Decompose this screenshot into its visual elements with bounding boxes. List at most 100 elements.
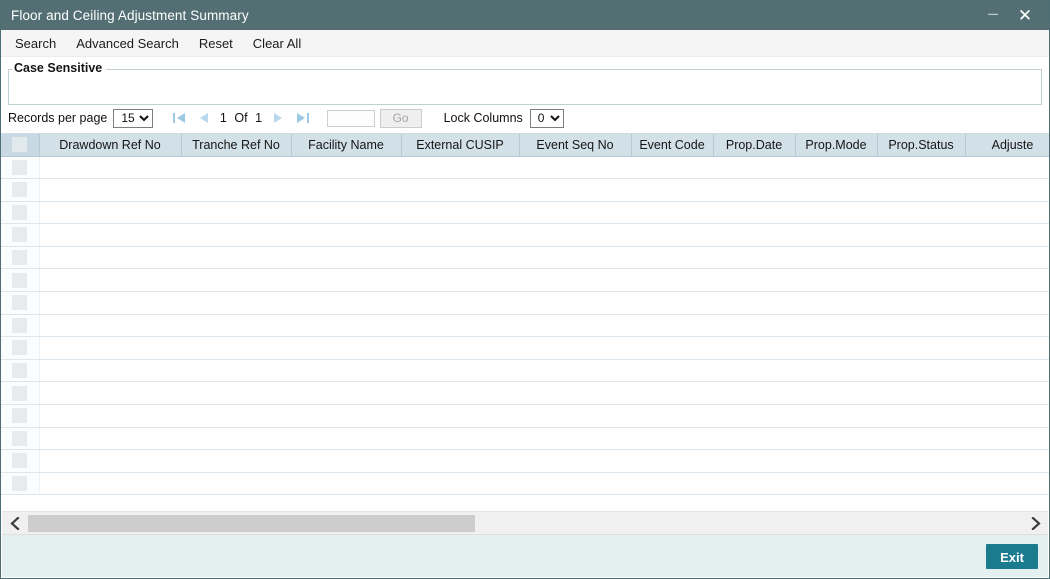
row-select-cell[interactable]	[1, 201, 40, 225]
row-checkbox[interactable]	[12, 182, 28, 198]
row-select-cell[interactable]	[1, 472, 40, 496]
total-page-count: 1	[255, 111, 263, 125]
table-cell	[631, 223, 713, 247]
row-checkbox[interactable]	[12, 249, 28, 265]
row-checkbox[interactable]	[12, 475, 28, 491]
table-cell	[291, 427, 401, 451]
table-cell	[291, 246, 401, 270]
row-checkbox[interactable]	[12, 430, 28, 446]
row-checkbox[interactable]	[12, 340, 28, 356]
menu-item-reset[interactable]: Reset	[189, 34, 243, 53]
column-header-prop-status[interactable]: Prop.Status	[877, 134, 966, 157]
table-cell	[877, 291, 965, 315]
column-header-event-seq-no[interactable]: Event Seq No	[519, 134, 632, 157]
first-page-icon[interactable]	[167, 108, 191, 128]
table-cell	[631, 404, 713, 428]
table-row[interactable]	[1, 449, 1049, 473]
table-row[interactable]	[1, 246, 1049, 270]
table-row[interactable]	[1, 178, 1049, 202]
table-row[interactable]	[1, 404, 1049, 428]
scroll-right-icon[interactable]	[1022, 512, 1048, 535]
table-row[interactable]	[1, 472, 1049, 496]
table-cell	[519, 381, 631, 406]
row-select-cell[interactable]	[1, 314, 40, 338]
table-row[interactable]	[1, 314, 1049, 338]
row-checkbox[interactable]	[12, 272, 28, 288]
table-cell	[713, 268, 795, 293]
go-button[interactable]: Go	[379, 108, 422, 128]
scroll-left-icon[interactable]	[2, 512, 28, 535]
records-per-page-select[interactable]: 15	[113, 108, 154, 128]
row-select-cell[interactable]	[1, 178, 40, 202]
minimize-icon[interactable]: –	[983, 3, 1003, 29]
table-row[interactable]	[1, 359, 1049, 383]
exit-button[interactable]: Exit	[986, 543, 1038, 569]
row-checkbox[interactable]	[12, 362, 28, 378]
row-checkbox[interactable]	[12, 295, 28, 311]
row-select-cell[interactable]	[1, 427, 40, 451]
row-checkbox[interactable]	[12, 317, 28, 333]
table-cell	[795, 268, 877, 293]
column-header-tranche-ref-no[interactable]: Tranche Ref No	[181, 134, 292, 157]
menu-item-advanced-search[interactable]: Advanced Search	[66, 34, 189, 53]
row-select-cell[interactable]	[1, 268, 40, 293]
table-cell	[519, 201, 631, 225]
row-select-cell[interactable]	[1, 449, 40, 473]
row-checkbox[interactable]	[12, 159, 28, 175]
row-select-cell[interactable]	[1, 381, 40, 406]
row-select-cell[interactable]	[1, 223, 40, 247]
lock-columns-select[interactable]: 0	[529, 108, 564, 128]
previous-page-icon[interactable]	[191, 108, 215, 128]
table-cell	[291, 291, 401, 315]
table-row[interactable]	[1, 223, 1049, 247]
column-header-external-cusip[interactable]: External CUSIP	[401, 134, 520, 157]
row-checkbox[interactable]	[12, 408, 28, 424]
table-cell	[795, 246, 877, 270]
scrollbar-thumb[interactable]	[28, 514, 476, 532]
scrollbar-track[interactable]	[28, 514, 1022, 532]
row-select-cell[interactable]	[1, 404, 40, 428]
table-cell	[713, 246, 795, 270]
table-cell	[291, 268, 401, 293]
row-checkbox[interactable]	[12, 227, 28, 243]
column-header-event-code[interactable]: Event Code	[631, 134, 714, 157]
row-select-cell[interactable]	[1, 246, 40, 270]
row-checkbox[interactable]	[12, 453, 28, 469]
last-page-icon[interactable]	[291, 108, 315, 128]
goto-page-input[interactable]	[326, 109, 375, 127]
results-grid: Drawdown Ref No Tranche Ref No Facility Na…	[1, 133, 1049, 496]
row-select-cell[interactable]	[1, 359, 40, 383]
table-cell	[713, 472, 795, 496]
table-cell	[401, 427, 519, 451]
table-cell	[181, 156, 291, 180]
row-select-cell[interactable]	[1, 291, 40, 315]
next-page-icon[interactable]	[267, 108, 291, 128]
column-header-drawdown-ref-no[interactable]: Drawdown Ref No	[39, 134, 182, 157]
table-row[interactable]	[1, 336, 1049, 360]
column-header-facility-name[interactable]: Facility Name	[291, 134, 402, 157]
table-row[interactable]	[1, 201, 1049, 225]
row-select-cell[interactable]	[1, 336, 40, 360]
column-header-adjuste[interactable]: Adjuste	[965, 134, 1049, 157]
column-header-prop-date[interactable]: Prop.Date	[713, 134, 796, 157]
column-header-prop-mode[interactable]: Prop.Mode	[795, 134, 878, 157]
select-all-checkbox[interactable]	[12, 137, 28, 153]
table-row[interactable]	[1, 156, 1049, 180]
table-row[interactable]	[1, 427, 1049, 451]
table-row[interactable]	[1, 291, 1049, 315]
row-checkbox[interactable]	[12, 385, 28, 401]
table-cell	[713, 291, 795, 315]
table-cell	[965, 336, 1049, 360]
row-select-cell[interactable]	[1, 156, 40, 180]
table-cell	[965, 268, 1049, 293]
menu-item-clear-all[interactable]: Clear All	[243, 34, 311, 53]
row-checkbox[interactable]	[12, 204, 28, 220]
table-cell	[39, 201, 181, 225]
close-icon[interactable]: ✕	[1015, 6, 1035, 26]
table-row[interactable]	[1, 381, 1049, 406]
table-row[interactable]	[1, 268, 1049, 293]
table-cell	[519, 156, 631, 180]
menu-item-search[interactable]: Search	[11, 34, 66, 53]
table-cell	[181, 246, 291, 270]
horizontal-scrollbar[interactable]	[2, 511, 1048, 534]
